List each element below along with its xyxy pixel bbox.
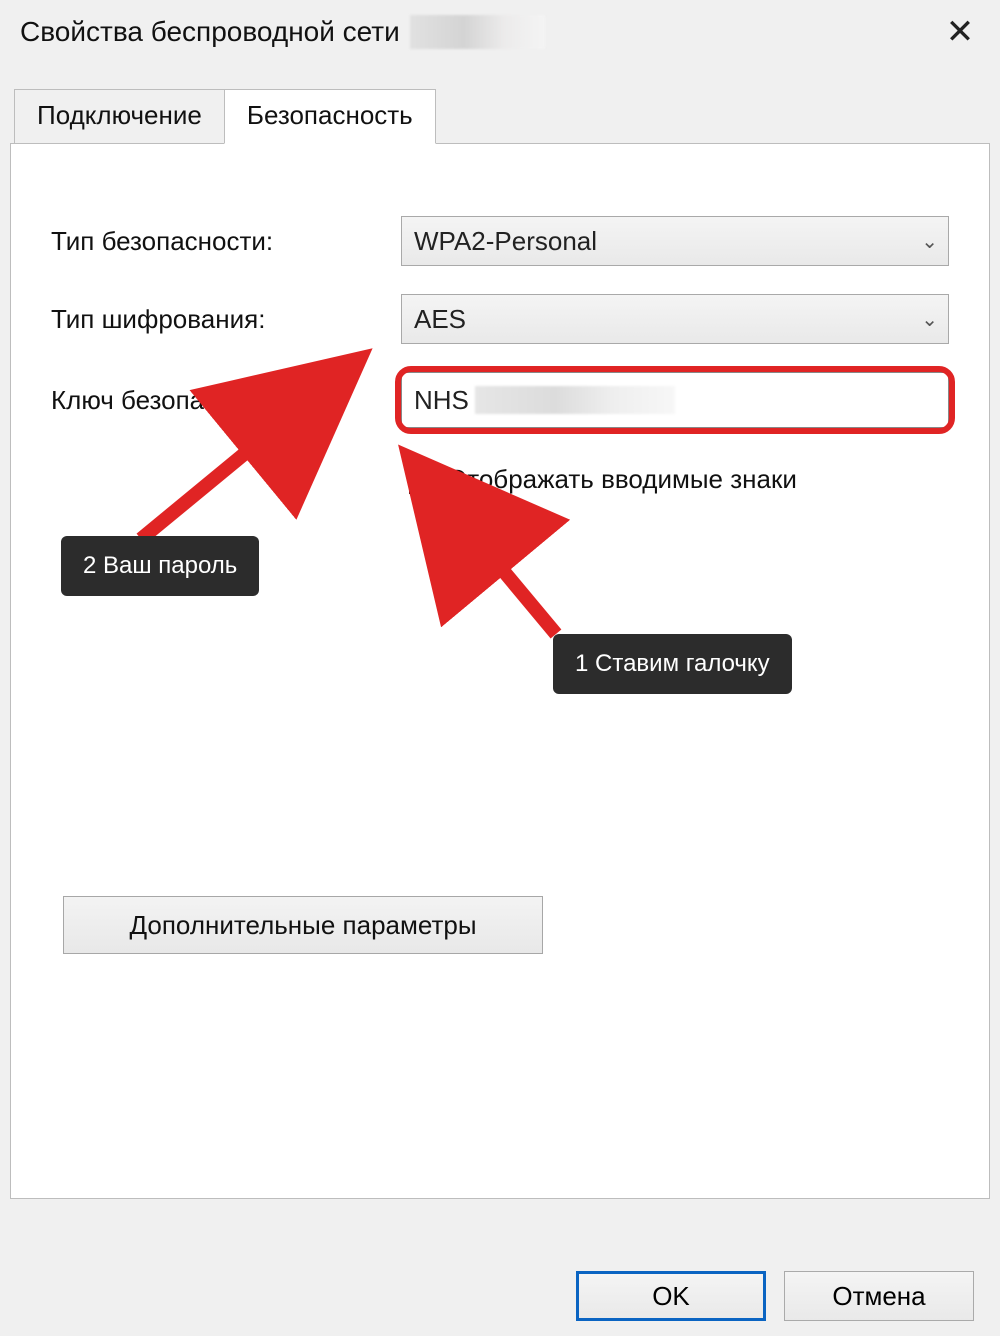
advanced-settings-label: Дополнительные параметры (129, 910, 476, 941)
annotation-tooltip-checkbox: 1 Ставим галочку (553, 634, 792, 694)
window-title-wrap: Свойства беспроводной сети (20, 15, 545, 49)
close-button[interactable]: ✕ (940, 12, 980, 52)
titlebar: Свойства беспроводной сети ✕ (0, 0, 1000, 70)
row-network-key: Ключ безопасности сети NHS (51, 372, 949, 428)
row-security-type: Тип безопасности: WPA2-Personal ⌄ (51, 216, 949, 266)
cancel-button[interactable]: Отмена (784, 1271, 974, 1321)
network-key-input[interactable]: NHS (401, 372, 949, 428)
encryption-type-label: Тип шифрования: (51, 304, 401, 335)
row-show-characters: ✓ Отображать вводимые знаки (409, 464, 949, 495)
security-panel: Тип безопасности: WPA2-Personal ⌄ Тип ши… (10, 143, 990, 1199)
annotation-tooltip-password-text: 2 Ваш пароль (83, 552, 237, 579)
close-icon: ✕ (946, 12, 975, 52)
tab-connection-label: Подключение (37, 100, 202, 130)
advanced-settings-button[interactable]: Дополнительные параметры (63, 896, 543, 954)
cancel-button-label: Отмена (832, 1281, 925, 1312)
tab-security[interactable]: Безопасность (224, 89, 436, 144)
security-type-select[interactable]: WPA2-Personal ⌄ (401, 216, 949, 266)
annotation-tooltip-checkbox-text: 1 Ставим галочку (575, 650, 770, 677)
chevron-down-icon: ⌄ (921, 229, 938, 254)
ok-button-label: OK (652, 1281, 690, 1312)
network-name-redacted (410, 15, 545, 49)
window-title: Свойства беспроводной сети (20, 16, 400, 48)
network-key-value: NHS (414, 385, 469, 416)
network-key-redacted (475, 386, 675, 414)
chevron-down-icon: ⌄ (921, 307, 938, 332)
checkmark-icon: ✓ (414, 469, 432, 491)
row-encryption-type: Тип шифрования: AES ⌄ (51, 294, 949, 344)
show-characters-checkbox[interactable]: ✓ (409, 466, 437, 494)
tab-bar: Подключение Безопасность (14, 88, 1000, 143)
ok-button[interactable]: OK (576, 1271, 766, 1321)
encryption-type-value: AES (414, 304, 466, 335)
security-type-value: WPA2-Personal (414, 226, 597, 257)
network-key-wrap: NHS (401, 372, 949, 428)
network-key-label: Ключ безопасности сети (51, 385, 401, 416)
security-type-label: Тип безопасности: (51, 226, 401, 257)
encryption-type-select[interactable]: AES ⌄ (401, 294, 949, 344)
tab-security-label: Безопасность (247, 100, 413, 130)
dialog-footer: OK Отмена (0, 1256, 1000, 1336)
tab-connection[interactable]: Подключение (14, 89, 225, 144)
show-characters-label: Отображать вводимые знаки (447, 464, 797, 495)
annotation-tooltip-password: 2 Ваш пароль (61, 536, 259, 596)
